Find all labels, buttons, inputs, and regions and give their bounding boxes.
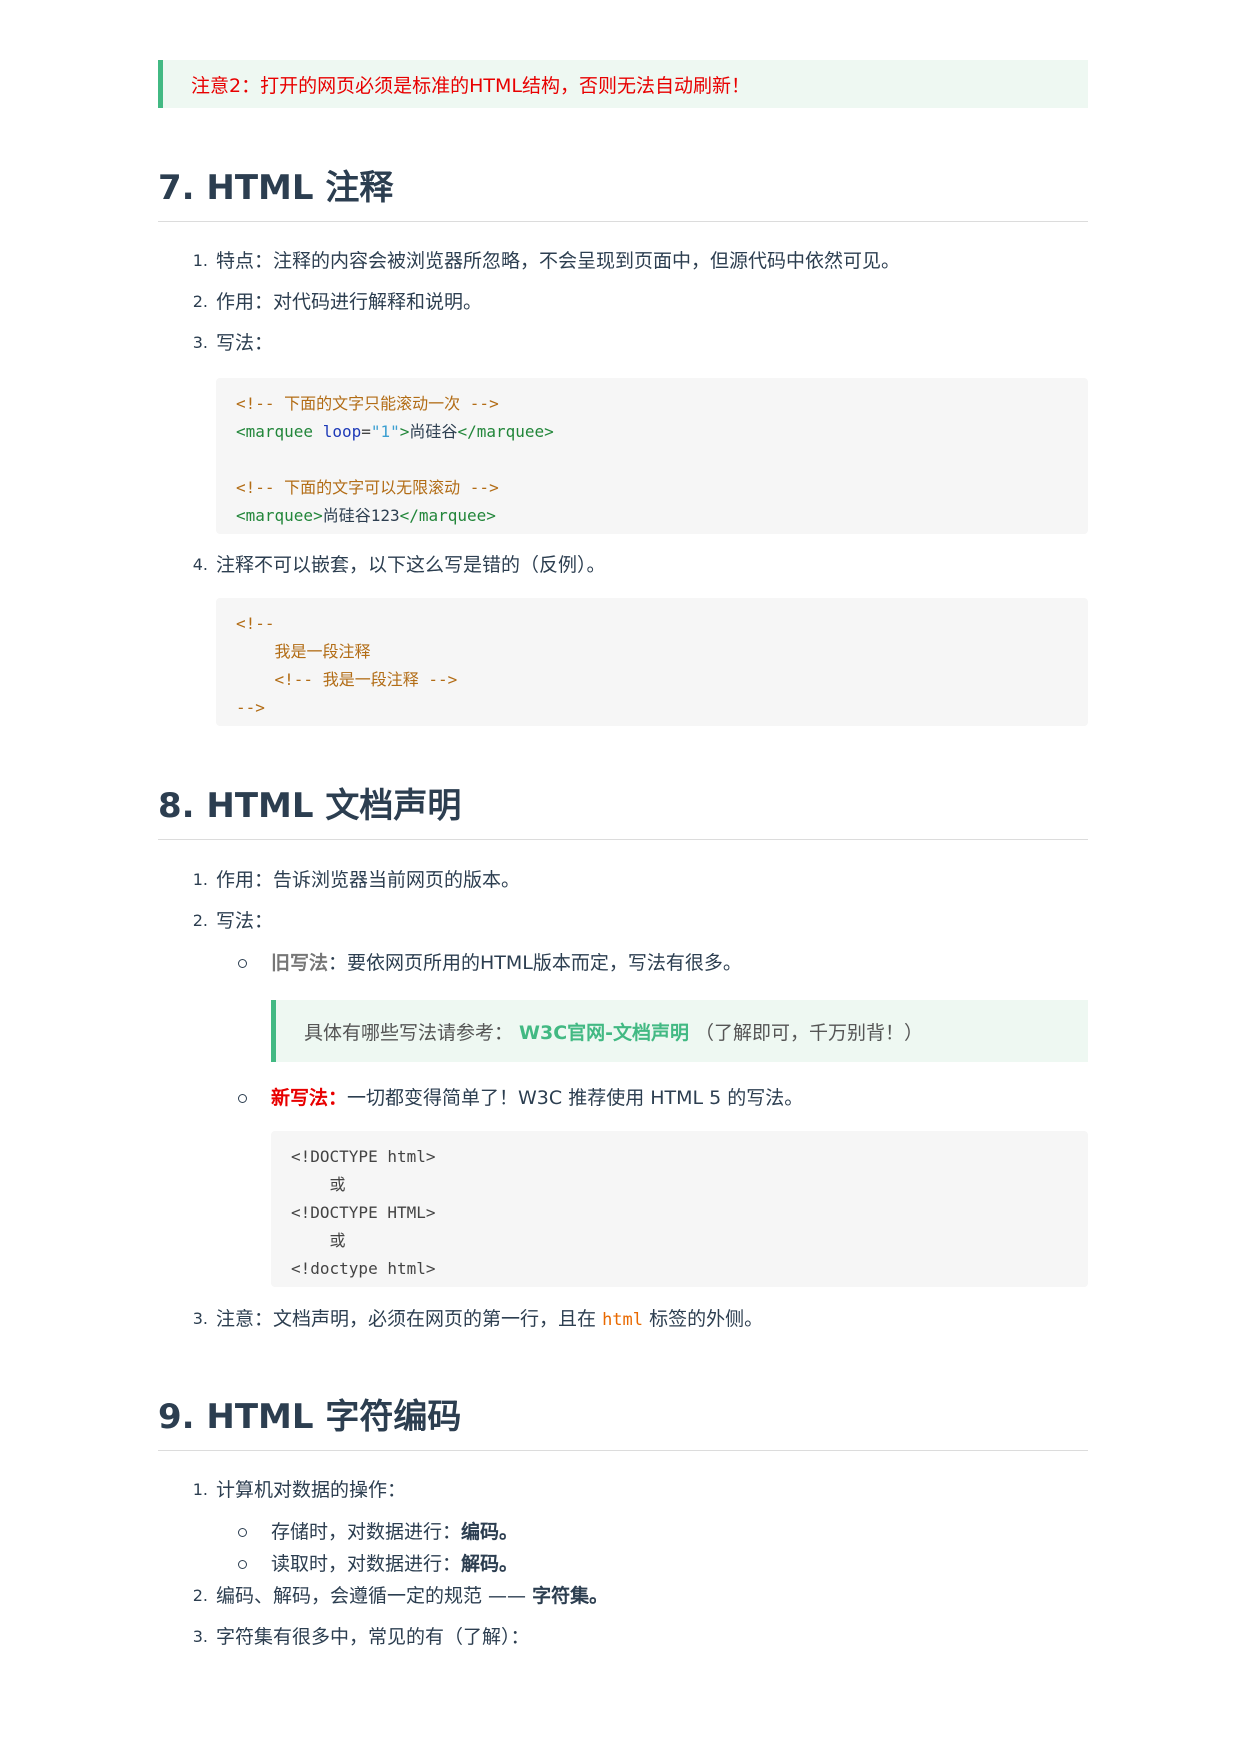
w3c-doctype-link[interactable]: W3C官网-文档声明 <box>519 1018 689 1045</box>
section-heading-charset: 9. HTML 字符编码 <box>158 1389 1088 1451</box>
code-block-nested-comment: <!-- 我是一段注释 <!-- 我是一段注释 --> --> <box>216 598 1088 726</box>
note-text: 注意2：打开的网页必须是标准的HTML结构，否则无法自动刷新！ <box>191 74 750 97</box>
section-heading-comments: 7. HTML 注释 <box>158 160 1088 222</box>
inline-code: html <box>602 1310 644 1330</box>
reference-callout: 具体有哪些写法请参考： W3C官网-文档声明 （了解即可，千万别背！） <box>271 1000 1088 1062</box>
bullet-icon <box>238 959 247 968</box>
note-callout: 注意2：打开的网页必须是标准的HTML结构，否则无法自动刷新！ <box>158 60 1088 108</box>
bullet-icon <box>238 1560 247 1569</box>
section-heading-doctype: 8. HTML 文档声明 <box>158 778 1088 840</box>
bullet-icon <box>238 1094 247 1103</box>
bullet-icon <box>238 1528 247 1537</box>
code-block-comment-example: <!-- 下面的文字只能滚动一次 --> <marquee loop="1">尚… <box>216 378 1088 534</box>
code-block-doctype: <!DOCTYPE html> 或 <!DOCTYPE HTML> 或 <!do… <box>271 1131 1088 1287</box>
